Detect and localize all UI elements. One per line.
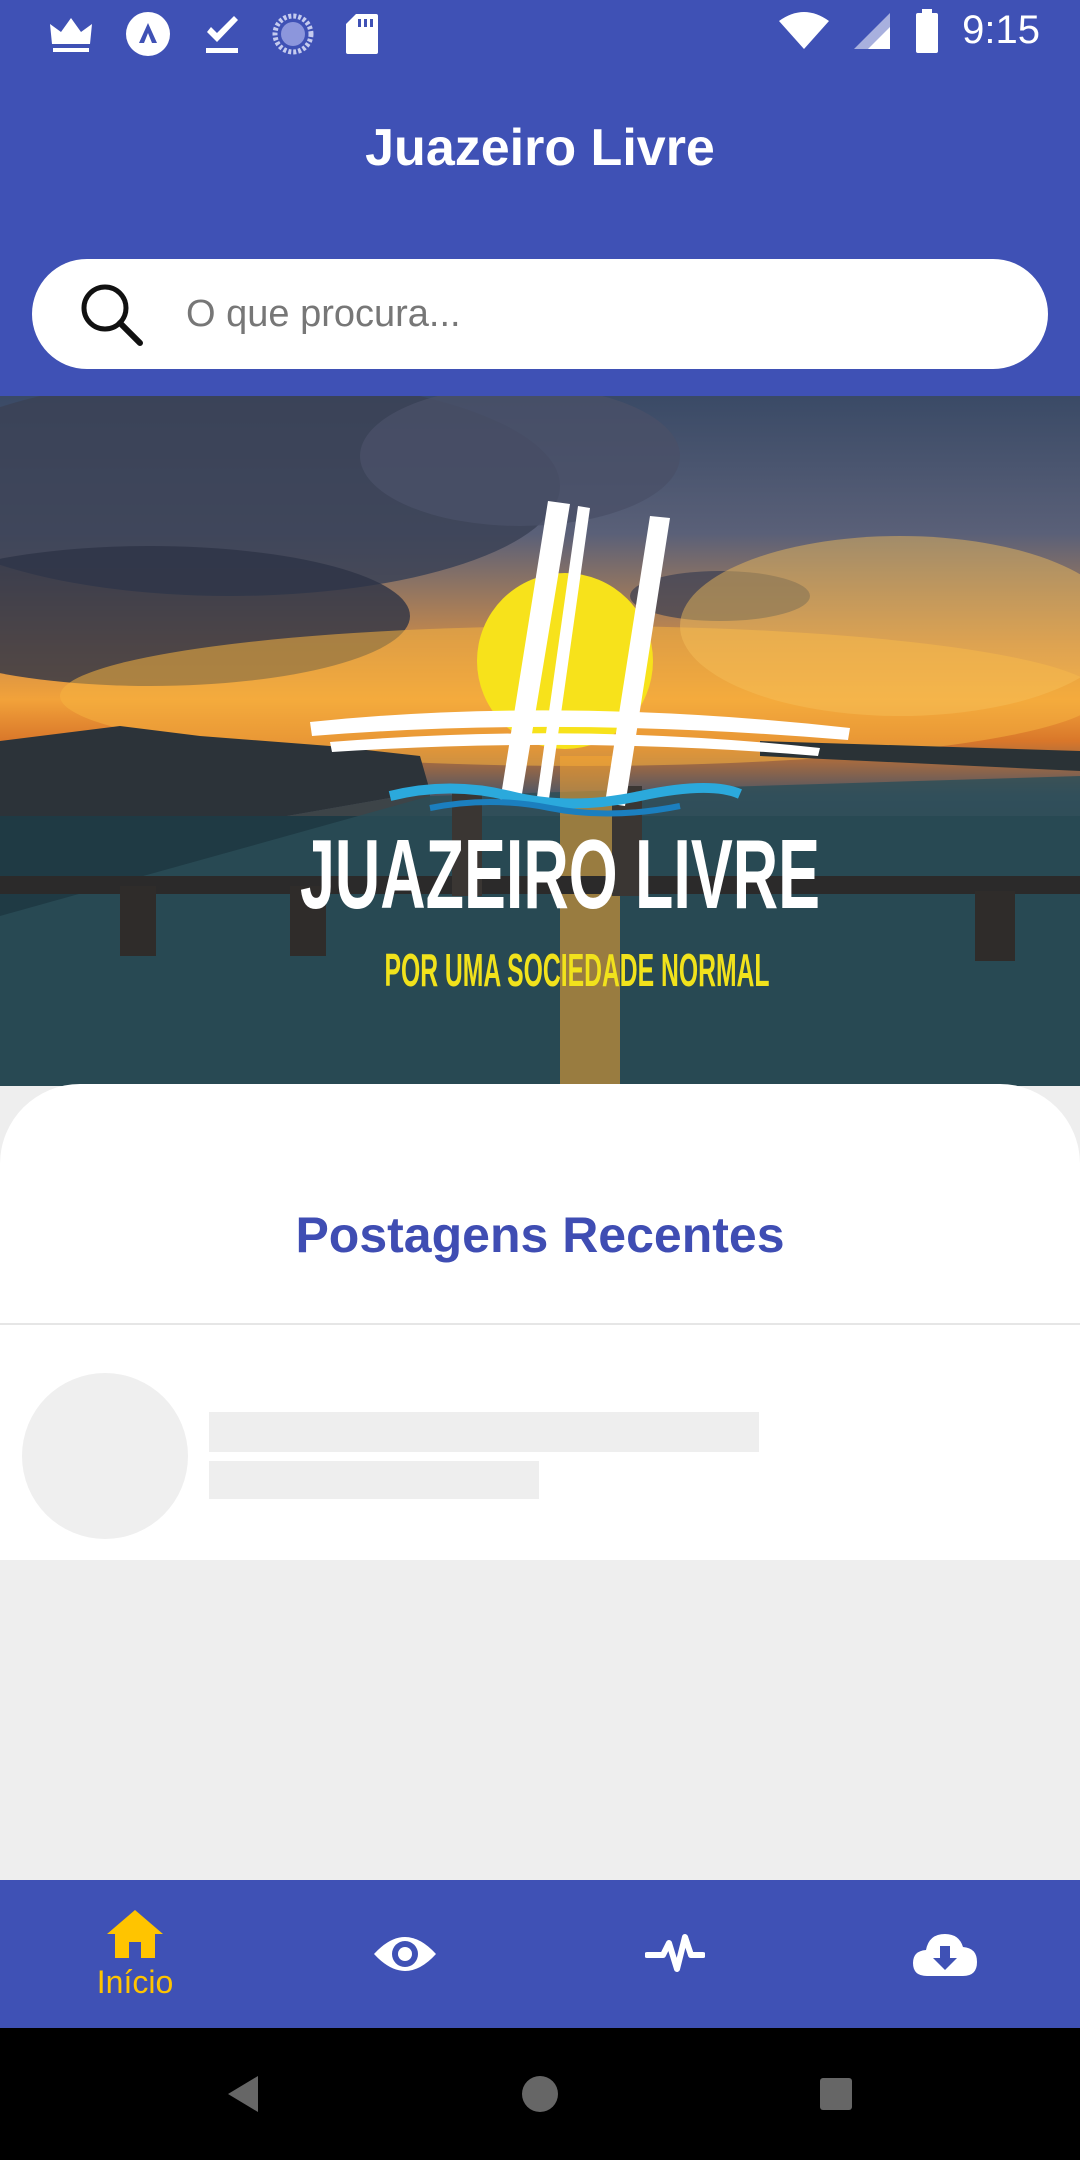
download-done-icon [206,16,238,53]
search-bar[interactable] [32,259,1048,369]
app-a-icon [126,12,170,56]
back-icon [228,2076,258,2112]
page-title: Juazeiro Livre [365,119,715,177]
nav-item-views[interactable] [270,1880,540,2028]
sd-card-icon [346,14,378,54]
eye-icon [374,1937,436,1971]
home-button[interactable] [520,2028,560,2160]
status-bar: 9:15 [0,0,1080,66]
hero-banner: JUAZEIRO LIVRE POR UMA SOCIEDADE NORMAL [0,396,1080,1086]
home-circle-icon [522,2076,558,2112]
nav-item-home[interactable]: Início [0,1880,270,2028]
nav-item-download[interactable] [810,1880,1080,2028]
recent-posts-header: Postagens Recentes [0,1084,1080,1324]
battery-icon [916,8,939,53]
status-time: 9:15 [962,8,1040,52]
app-bar: Juazeiro Livre [0,66,1080,396]
logo-title: JUAZEIRO LIVRE [300,819,820,929]
avatar-placeholder [22,1373,188,1539]
search-icon[interactable] [76,279,146,349]
system-navigation-bar [0,2028,1080,2160]
logo-tagline: POR UMA SOCIEDADE NORMAL [385,944,770,996]
recents-icon [820,2078,852,2110]
bottom-navigation: Início [0,1880,1080,2028]
home-icon [107,1909,163,1958]
subtitle-placeholder [209,1461,539,1499]
signal-icon [854,12,891,49]
list-item [0,1325,1080,1560]
pulse-icon [645,1934,705,1972]
nav-label-home: Início [96,1963,174,2000]
back-button[interactable] [222,2028,262,2160]
nav-item-activity[interactable] [540,1880,810,2028]
crown-icon [50,18,92,52]
recents-button[interactable] [818,2028,854,2160]
title-placeholder [209,1412,759,1452]
section-title: Postagens Recentes [295,1207,785,1263]
wifi-icon [779,11,830,49]
sync-circle-icon [272,13,314,55]
cloud-download-icon [913,1934,977,1976]
search-input[interactable] [186,292,1006,336]
